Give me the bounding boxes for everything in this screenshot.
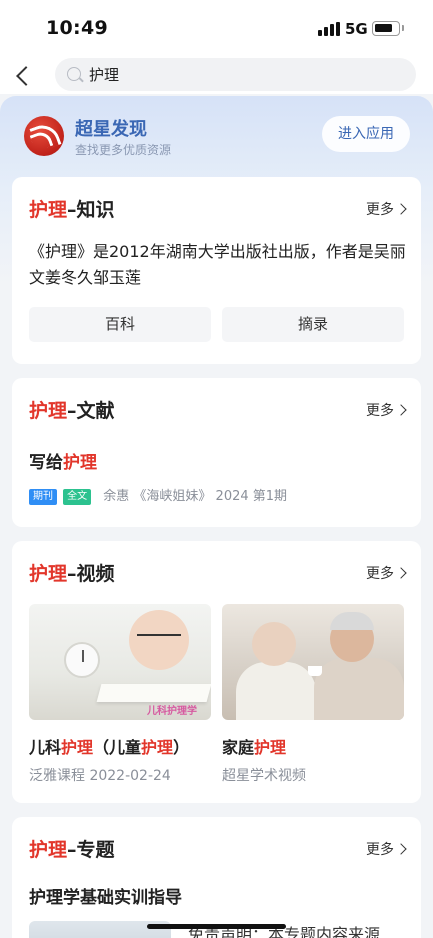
person-illustration <box>252 622 296 666</box>
network-type: 5G <box>345 20 368 38</box>
keyword-highlight: 护理 <box>29 563 68 585</box>
article-title-keyword: 护理 <box>63 453 97 473</box>
battery-icon <box>372 21 400 36</box>
topic-section-title: 护理–专题 <box>29 835 115 862</box>
enter-app-button[interactable]: 进入应用 <box>322 116 410 152</box>
person-illustration <box>314 658 404 720</box>
knowledge-more-link[interactable]: 更多 <box>366 199 407 219</box>
thumbnail-watermark: 儿科护理学 <box>147 706 197 717</box>
encyclopedia-button[interactable]: 百科 <box>29 307 211 342</box>
video-title: 护理–视频 <box>29 559 115 586</box>
more-label: 更多 <box>366 566 394 582</box>
more-label: 更多 <box>366 403 394 419</box>
search-input[interactable]: 护理 <box>55 58 416 91</box>
section-suffix: –文献 <box>67 400 115 422</box>
app-logo-icon <box>24 116 64 156</box>
title-part: 儿科 <box>29 738 62 757</box>
knowledge-description: 《护理》是2012年湖南大学出版社出版，作者是吴丽文姜冬久邹玉莲 <box>29 242 406 287</box>
person-illustration <box>236 662 316 720</box>
video-item-source: 泛雅课程 2022-02-24 <box>29 768 171 784</box>
chevron-right-icon <box>395 203 407 215</box>
chevron-right-icon <box>395 843 407 855</box>
video-item-source: 超星学术视频 <box>222 768 306 784</box>
article-title-prefix: 写给 <box>29 453 63 473</box>
status-bar: 10:49 5G <box>0 0 433 58</box>
more-label: 更多 <box>366 202 394 218</box>
chevron-right-icon <box>395 567 407 579</box>
title-keyword: 护理 <box>141 738 174 757</box>
back-icon[interactable] <box>10 60 38 92</box>
knowledge-card: 护理–知识 更多 《护理》是2012年湖南大学出版社出版，作者是吴丽文姜冬久邹玉… <box>12 177 421 364</box>
video-thumbnail-pediatric[interactable]: 儿科护理学 <box>29 604 211 720</box>
glasses-illustration <box>137 634 181 646</box>
title-part: （儿童 <box>93 738 142 757</box>
literature-card: 护理–文献 更多 写给护理 期刊 全文 余惠 《海峡姐妹》 2024 第1期 <box>12 378 421 527</box>
video-item-title[interactable]: 儿科护理（儿童护理） <box>29 734 189 758</box>
keyword-highlight: 护理 <box>29 199 68 221</box>
topic-more-link[interactable]: 更多 <box>366 839 407 859</box>
video-item-title[interactable]: 家庭护理 <box>222 734 286 758</box>
topic-title-link[interactable]: 护理学基础实训指导 <box>29 883 182 908</box>
app-subtitle: 查找更多优质资源 <box>75 143 172 157</box>
article-meta: 期刊 全文 余惠 《海峡姐妹》 2024 第1期 <box>29 485 288 505</box>
journal-badge: 期刊 <box>29 489 57 505</box>
title-part: 家庭 <box>222 738 255 757</box>
section-suffix: –视频 <box>67 563 115 585</box>
section-suffix: –专题 <box>67 839 115 861</box>
title-keyword: 护理 <box>254 738 287 757</box>
status-time: 10:49 <box>46 17 108 39</box>
title-keyword: 护理 <box>61 738 94 757</box>
signal-icon <box>318 22 340 36</box>
app-banner: 超星发现 查找更多优质资源 进入应用 <box>0 96 433 176</box>
keyword-highlight: 护理 <box>29 400 68 422</box>
chevron-right-icon <box>395 404 407 416</box>
video-card: 护理–视频 更多 儿科护理学 儿科护理（儿童护理） 泛雅课程 2022-02-2… <box>12 541 421 803</box>
literature-title: 护理–文献 <box>29 396 115 423</box>
battery-cap <box>402 25 404 31</box>
search-query: 护理 <box>89 66 120 84</box>
video-more-link[interactable]: 更多 <box>366 563 407 583</box>
literature-more-link[interactable]: 更多 <box>366 400 407 420</box>
search-icon <box>67 67 81 81</box>
excerpt-button[interactable]: 摘录 <box>222 307 404 342</box>
keyword-highlight: 护理 <box>29 839 68 861</box>
app-name: 超星发现 <box>75 119 147 140</box>
article-meta-text: 余惠 《海峡姐妹》 2024 第1期 <box>103 489 288 504</box>
article-title-link[interactable]: 写给护理 <box>29 448 97 473</box>
cup-illustration <box>308 666 322 676</box>
book-illustration <box>96 684 211 702</box>
video-thumbnail-family[interactable] <box>222 604 404 720</box>
more-label: 更多 <box>366 842 394 858</box>
person-illustration <box>330 612 374 630</box>
results-scroll[interactable]: 超星发现 查找更多优质资源 进入应用 护理–知识 更多 《护理》是2012年湖南… <box>0 96 433 938</box>
title-part: ） <box>173 738 190 757</box>
knowledge-title: 护理–知识 <box>29 195 115 222</box>
section-suffix: –知识 <box>67 199 115 221</box>
home-indicator[interactable] <box>147 924 286 929</box>
clock-illustration <box>64 642 100 678</box>
topic-card: 护理–专题 更多 护理学基础实训指导 免责声明：本专题内容来源 <box>12 817 421 938</box>
nav-bar: 护理 <box>0 58 433 94</box>
fulltext-badge: 全文 <box>63 489 92 505</box>
